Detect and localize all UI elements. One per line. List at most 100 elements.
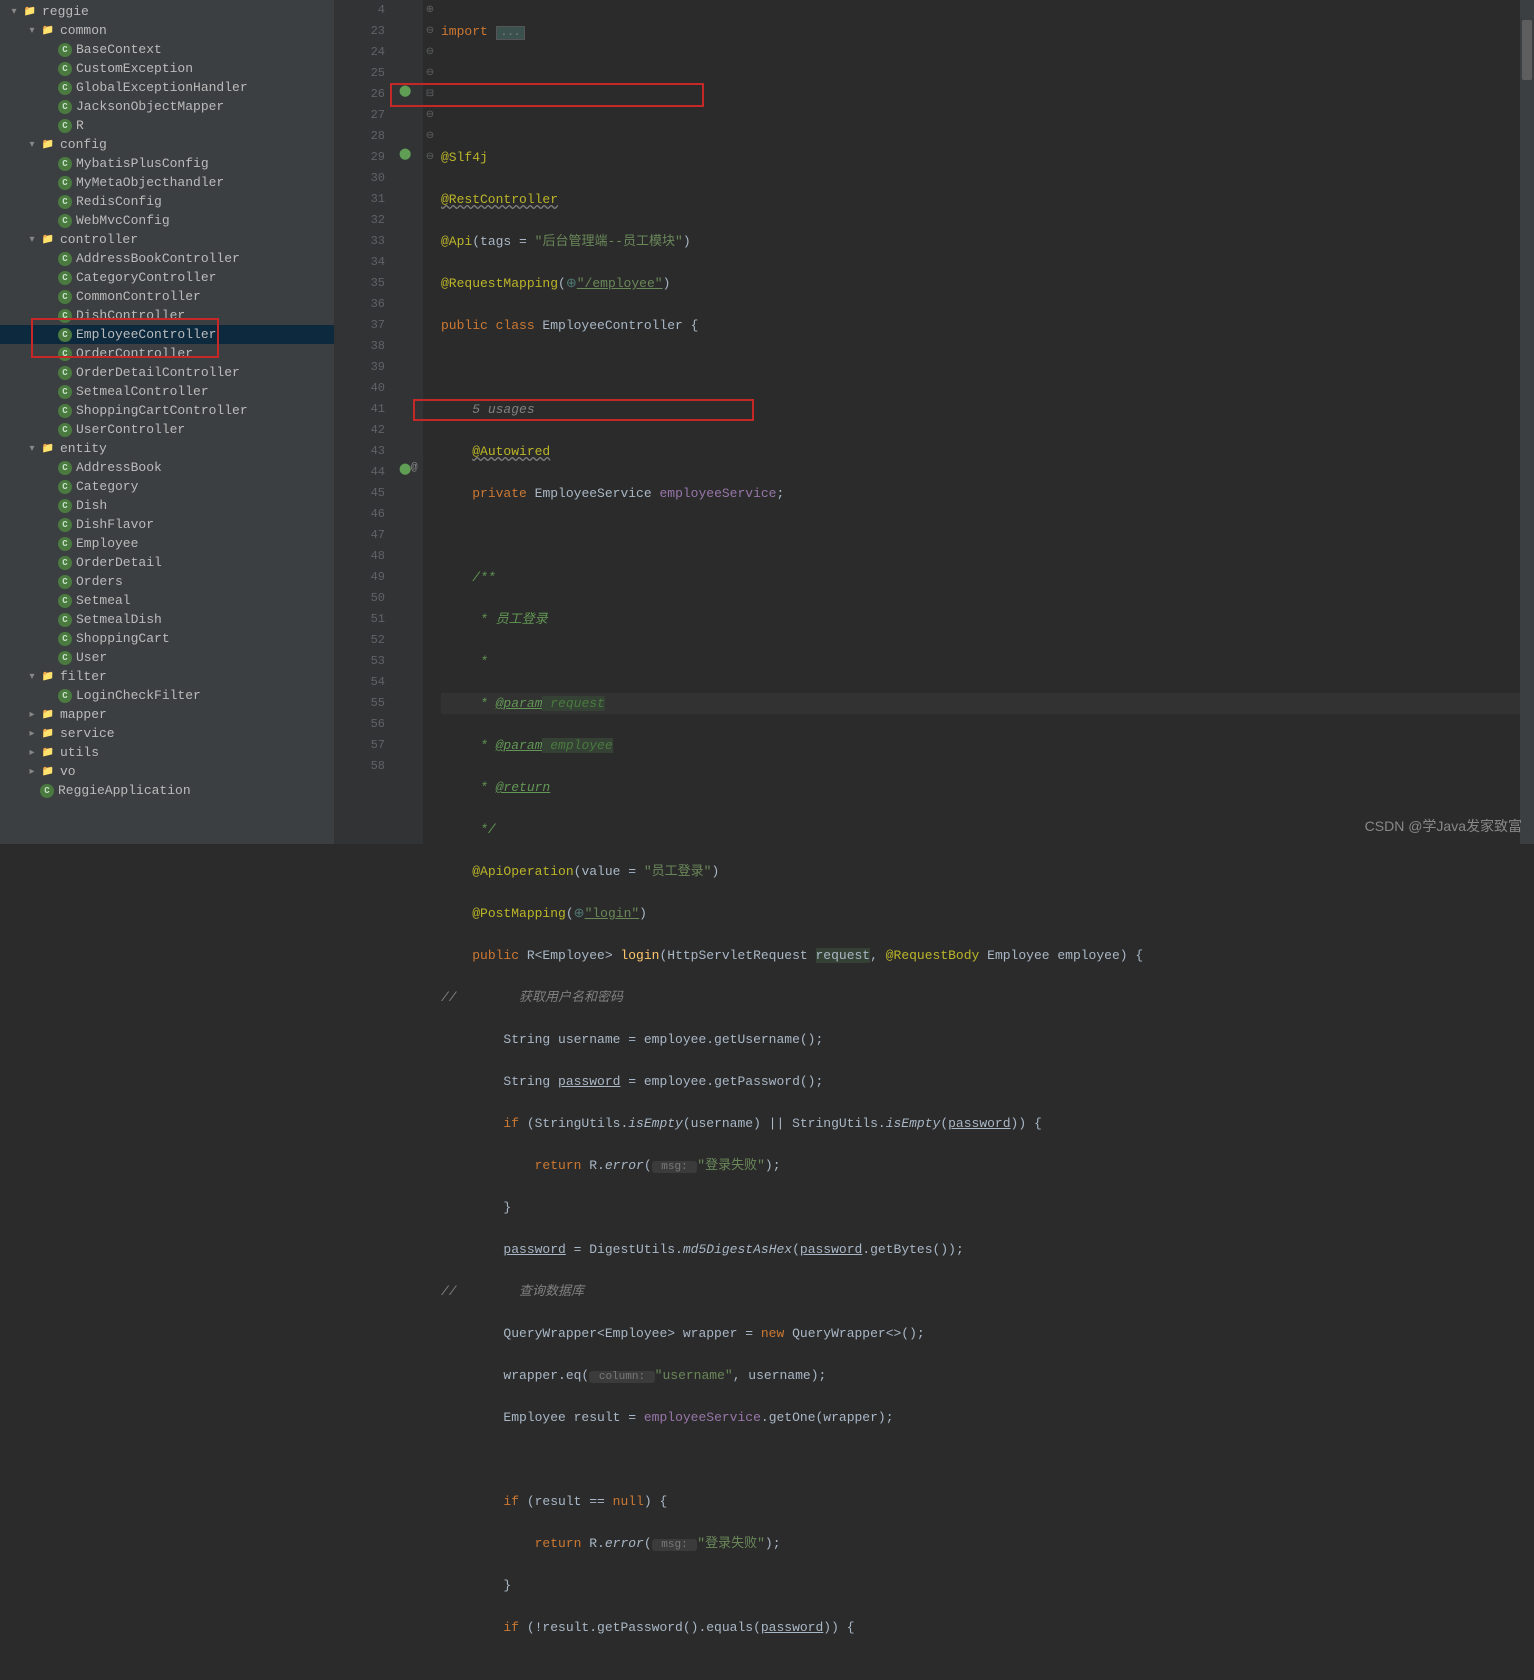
tree-item-ordercontroller[interactable]: OrderController [0,344,334,363]
tree-item-r[interactable]: R [0,116,334,135]
tree-item-customexception[interactable]: CustomException [0,59,334,78]
tree-item-common[interactable]: 📁common [0,21,334,40]
tree-item-redisconfig[interactable]: RedisConfig [0,192,334,211]
tree-item-config[interactable]: 📁config [0,135,334,154]
tree-item-dish[interactable]: Dish [0,496,334,515]
arrow-icon[interactable] [24,443,40,455]
usage-hint[interactable]: 5 usages [472,402,534,417]
class-icon [58,613,72,627]
tree-item-webmvcconfig[interactable]: WebMvcConfig [0,211,334,230]
tree-item-utils[interactable]: 📁utils [0,743,334,762]
arrow-icon[interactable] [24,139,40,151]
tree-item-categorycontroller[interactable]: CategoryController [0,268,334,287]
line-number: 45 [335,483,385,504]
class-icon [58,651,72,665]
at-icon: @ [411,462,418,474]
tree-item-mybatisplusconfig[interactable]: MybatisPlusConfig [0,154,334,173]
tree-label: config [60,137,107,152]
fold-toggle[interactable]: ⊕ [423,0,437,21]
project-tree[interactable]: 📁reggie📁commonBaseContextCustomException… [0,0,335,844]
tree-item-employee[interactable]: Employee [0,534,334,553]
line-numbers: 4232425262728293031323334353637383940414… [335,0,393,844]
line-number: 34 [335,252,385,273]
class-icon [58,195,72,209]
fold-toggle[interactable]: ⊖ [423,105,437,126]
tree-label: User [76,650,107,665]
arrow-icon[interactable] [24,747,40,759]
tree-item-usercontroller[interactable]: UserController [0,420,334,439]
tree-item-setmealdish[interactable]: SetmealDish [0,610,334,629]
fold-toggle[interactable]: ⊖ [423,126,437,147]
fold-toggle[interactable]: ⊟ [423,84,437,105]
line-number: 35 [335,273,385,294]
tree-item-orderdetail[interactable]: OrderDetail [0,553,334,572]
class-icon [58,537,72,551]
tree-item-category[interactable]: Category [0,477,334,496]
tree-item-user[interactable]: User [0,648,334,667]
tree-item-entity[interactable]: 📁entity [0,439,334,458]
annotation: @RequestMapping [441,276,558,291]
tree-item-shoppingcartcontroller[interactable]: ShoppingCartController [0,401,334,420]
tree-item-logincheckfilter[interactable]: LoginCheckFilter [0,686,334,705]
tree-item-dishcontroller[interactable]: DishController [0,306,334,325]
tree-item-orderdetailcontroller[interactable]: OrderDetailController [0,363,334,382]
tree-item-vo[interactable]: 📁vo [0,762,334,781]
line-number: 25 [335,63,385,84]
tree-label: CategoryController [76,270,216,285]
arrow-icon[interactable] [24,766,40,778]
tree-item-basecontext[interactable]: BaseContext [0,40,334,59]
tree-item-addressbook[interactable]: AddressBook [0,458,334,477]
fold-marker[interactable]: ... [496,26,526,40]
tree-item-filter[interactable]: 📁filter [0,667,334,686]
tree-item-orders[interactable]: Orders [0,572,334,591]
line-number: 50 [335,588,385,609]
class-icon [58,423,72,437]
tree-item-setmeal[interactable]: Setmeal [0,591,334,610]
tree-item-addressbookcontroller[interactable]: AddressBookController [0,249,334,268]
editor[interactable]: 4232425262728293031323334353637383940414… [335,0,1534,844]
line-number: 57 [335,735,385,756]
arrow-icon[interactable] [24,728,40,740]
tree-label: SetmealDish [76,612,162,627]
tree-item-dishflavor[interactable]: DishFlavor [0,515,334,534]
tree-item-commoncontroller[interactable]: CommonController [0,287,334,306]
class-icon [58,575,72,589]
arrow-icon[interactable] [24,671,40,683]
fold-toggle[interactable]: ⊖ [423,42,437,63]
tree-item-shoppingcart[interactable]: ShoppingCart [0,629,334,648]
tree-item-controller[interactable]: 📁controller [0,230,334,249]
scrollbar[interactable] [1520,0,1534,844]
tree-item-mymetaobjecthandler[interactable]: MyMetaObjecthandler [0,173,334,192]
class-icon [58,176,72,190]
gutter-icons: ⬤ ⬤ ⬤ @ [393,0,423,844]
line-number: 41 [335,399,385,420]
tree-label: OrderDetailController [76,365,240,380]
tree-item-jacksonobjectmapper[interactable]: JacksonObjectMapper [0,97,334,116]
line-number: 54 [335,672,385,693]
class-icon [58,347,72,361]
class-icon [58,594,72,608]
fold-toggle[interactable]: ⊖ [423,63,437,84]
tree-item-employeecontroller[interactable]: EmployeeController [0,325,334,344]
arrow-icon[interactable] [6,6,22,18]
line-number: 42 [335,420,385,441]
class-icon [58,309,72,323]
fold-toggle[interactable]: ⊖ [423,21,437,42]
fold-column[interactable]: ⊕⊖⊖⊖⊟⊖⊖⊖ [423,0,437,844]
arrow-icon[interactable] [24,234,40,246]
line-number: 31 [335,189,385,210]
tree-label: utils [60,745,99,760]
tree-item-reggieapplication[interactable]: ReggieApplication [0,781,334,800]
tree-item-mapper[interactable]: 📁mapper [0,705,334,724]
arrow-icon[interactable] [24,709,40,721]
tree-item-globalexceptionhandler[interactable]: GlobalExceptionHandler [0,78,334,97]
tree-label: SetmealController [76,384,209,399]
arrow-icon[interactable] [24,25,40,37]
fold-toggle[interactable]: ⊖ [423,147,437,168]
tree-item-setmealcontroller[interactable]: SetmealController [0,382,334,401]
line-number: 36 [335,294,385,315]
code-area[interactable]: import ... @Slf4j @RestController @Api(t… [437,0,1534,844]
tree-item-service[interactable]: 📁service [0,724,334,743]
tree-item-reggie[interactable]: 📁reggie [0,2,334,21]
tree-label: OrderController [76,346,193,361]
